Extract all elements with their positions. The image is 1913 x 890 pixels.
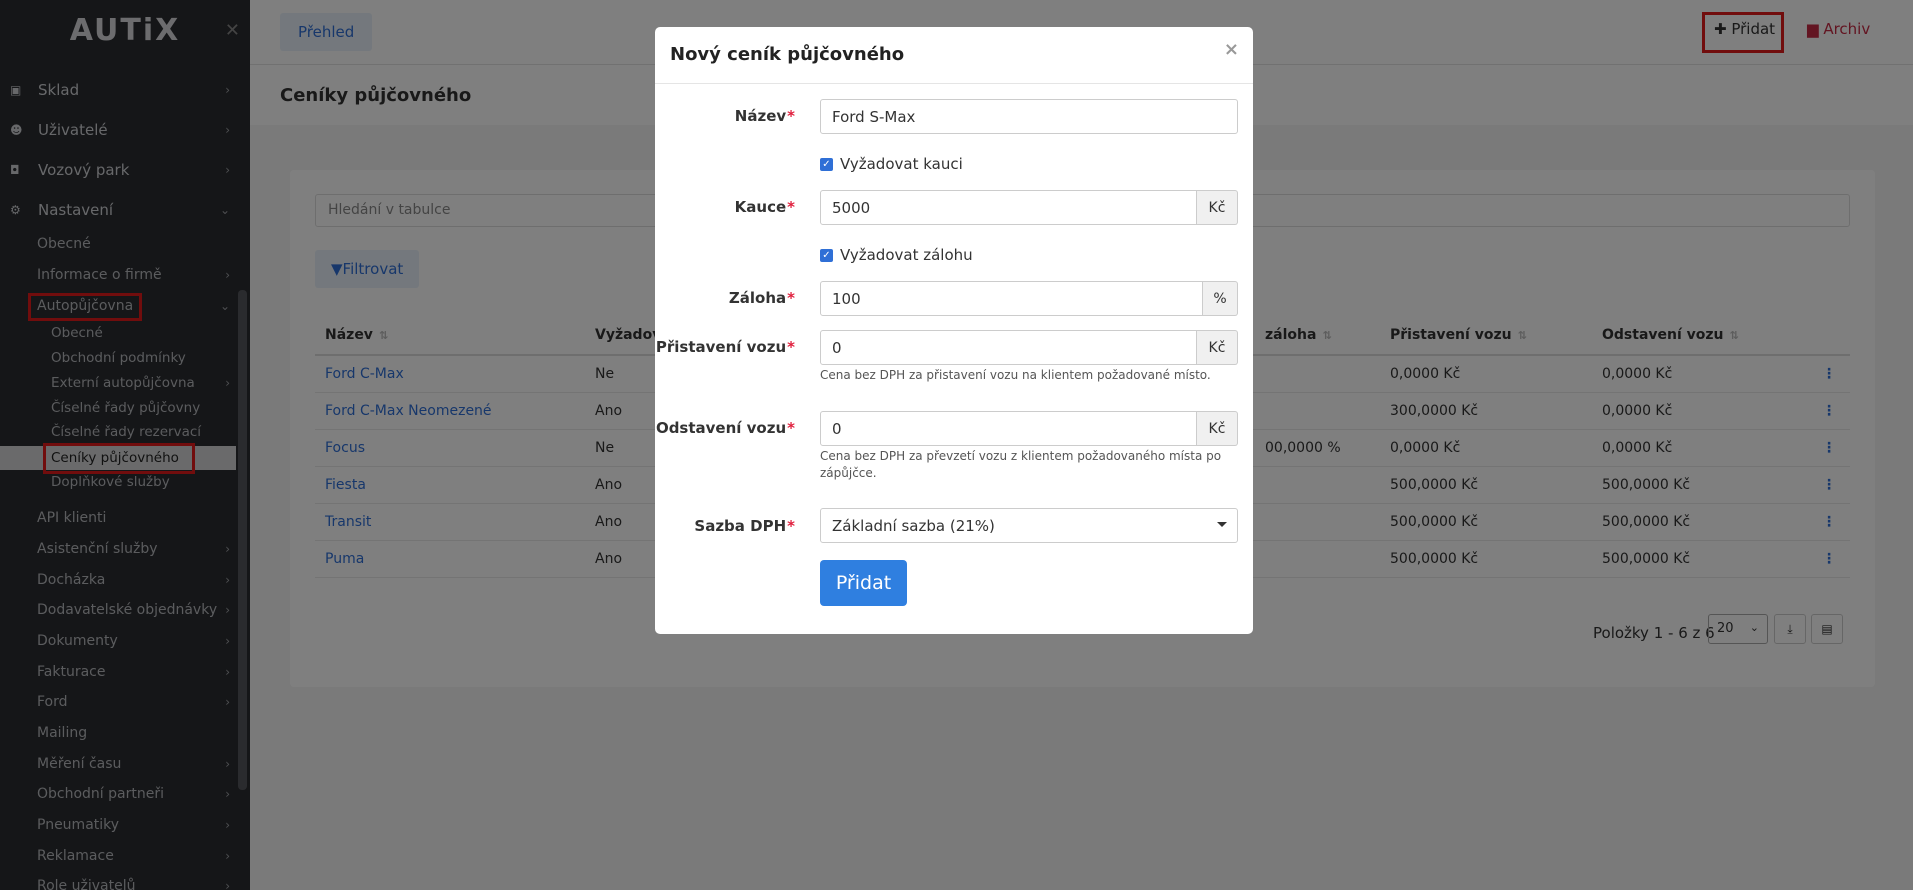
currency-addon: Kč	[1197, 411, 1238, 446]
vat-select[interactable]: Základní sazba (21%)	[820, 508, 1238, 543]
close-icon[interactable]: ×	[1224, 39, 1239, 60]
name-label: Název*	[734, 107, 795, 125]
new-price-list-modal: Nový ceník půjčovného × Název* Ford S-Ma…	[655, 27, 1253, 634]
modal-title: Nový ceník půjčovného	[670, 44, 905, 65]
percent-addon: %	[1203, 281, 1238, 316]
submit-button[interactable]: Přidat	[820, 560, 907, 606]
currency-addon: Kč	[1197, 190, 1238, 225]
require-advance-checkbox[interactable]: ✓ Vyžadovat zálohu	[820, 246, 973, 264]
check-icon: ✓	[820, 248, 833, 262]
deposit-input[interactable]: 5000	[820, 190, 1197, 225]
pickup-input[interactable]: 0	[820, 411, 1197, 446]
pickup-help-text: Cena bez DPH za převzetí vozu z klientem…	[820, 449, 1222, 480]
vat-label: Sazba DPH*	[694, 517, 795, 535]
require-deposit-checkbox[interactable]: ✓ Vyžadovat kauci	[820, 155, 963, 173]
pickup-label: Odstavení vozu*	[655, 419, 795, 437]
delivery-help-text: Cena bez DPH za přistavení vozu na klien…	[820, 368, 1211, 382]
currency-addon: Kč	[1197, 330, 1238, 365]
deposit-label: Kauce*	[734, 198, 795, 216]
delivery-input[interactable]: 0	[820, 330, 1197, 365]
check-icon: ✓	[820, 157, 833, 171]
modal-header: Nový ceník půjčovného ×	[655, 27, 1253, 84]
advance-label: Záloha*	[728, 289, 795, 307]
delivery-label: Přistavení vozu*	[655, 338, 795, 356]
name-input[interactable]: Ford S-Max	[820, 99, 1238, 134]
caret-down-icon	[1217, 522, 1227, 527]
advance-input[interactable]: 100	[820, 281, 1203, 316]
